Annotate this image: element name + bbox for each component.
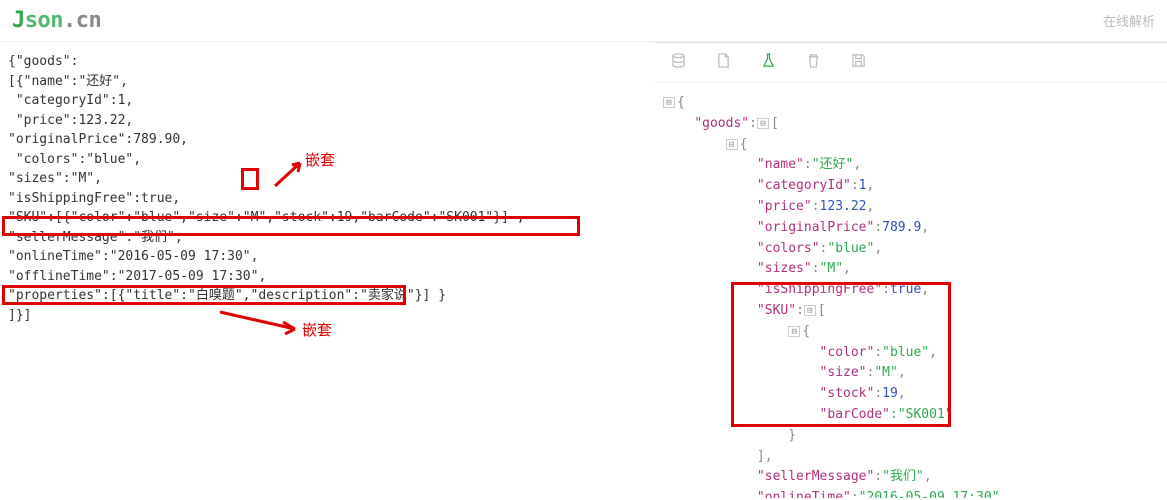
json-tree[interactable]: ⊟{ "goods":⊟[ ⊟{ "name":"还好", "categoryI… [655, 83, 1167, 498]
annotation-small-box [241, 168, 259, 190]
logo-son: son [25, 8, 63, 33]
annotation-label-2: 嵌套 [302, 320, 332, 343]
collapse-icon[interactable]: ⊟ [726, 139, 738, 150]
code-line: "sellerMessage":"我们", [8, 228, 647, 248]
collapse-icon[interactable]: ⊟ [788, 326, 800, 337]
arrow-down-icon [215, 307, 305, 337]
code-line: "isShippingFree":true, [8, 189, 647, 209]
trash-icon[interactable] [806, 53, 821, 72]
annotation-label-1: 嵌套 [305, 150, 335, 173]
logo-j: J [12, 8, 25, 33]
json-input-pane[interactable]: {"goods": [{"name":"还好", "categoryId":1,… [0, 42, 655, 498]
code-line: "onlineTime":"2016-05-09 17:30", [8, 247, 647, 267]
code-line: "price":123.22, [8, 111, 647, 131]
main: {"goods": [{"name":"还好", "categoryId":1,… [0, 42, 1167, 498]
collapse-icon[interactable]: ⊟ [757, 118, 769, 129]
flask-icon[interactable] [761, 53, 776, 72]
logo[interactable]: Json.cn [12, 8, 101, 33]
json-output-pane: ⊟{ "goods":⊟[ ⊟{ "name":"还好", "categoryI… [655, 42, 1167, 498]
code-line: "originalPrice":789.90, [8, 130, 647, 150]
code-line: "SKU":[{"color":"blue","size":"M","stock… [8, 208, 647, 228]
file-icon[interactable] [716, 53, 731, 72]
collapse-icon[interactable]: ⊟ [663, 97, 675, 108]
arrow-up-icon [270, 158, 308, 188]
save-icon[interactable] [851, 53, 866, 72]
code-line: "offlineTime":"2017-05-09 17:30", [8, 267, 647, 287]
header: Json.cn 在线解析 [0, 0, 1167, 42]
collapse-icon[interactable]: ⊟ [804, 305, 816, 316]
code-line: "properties":[{"title":"白嗅题","descriptio… [8, 286, 647, 306]
code-line: {"goods": [8, 52, 647, 72]
code-line: [{"name":"还好", [8, 72, 647, 92]
nav-parse-link[interactable]: 在线解析 [1103, 11, 1155, 30]
code-line: "categoryId":1, [8, 91, 647, 111]
logo-cn: cn [76, 8, 102, 33]
toolbar [655, 43, 1167, 83]
logo-dot: . [63, 8, 76, 33]
database-icon[interactable] [671, 53, 686, 72]
